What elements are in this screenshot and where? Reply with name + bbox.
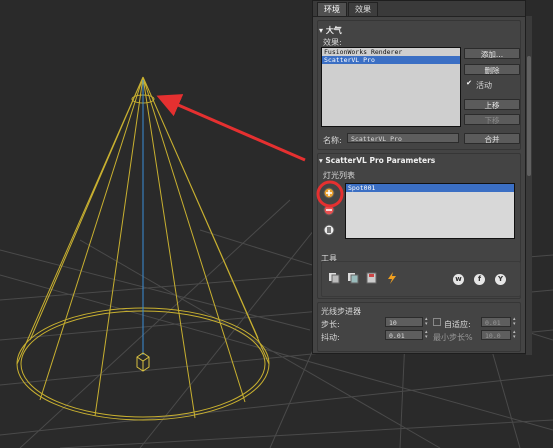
effects-list-item-selected[interactable]: ScatterVL Pro (322, 56, 460, 64)
scattervl-title: ▾ ScatterVL Pro Parameters (319, 156, 435, 165)
copy-icon[interactable] (327, 271, 341, 285)
arrow-to-cone-top (156, 94, 306, 162)
atmosphere-title: ▾ 大气 (319, 25, 342, 36)
spot-target-icon[interactable] (136, 352, 150, 372)
step-label: 步长: (321, 320, 340, 329)
ray-stepper-title: 光线步进器 (321, 307, 361, 316)
effects-list[interactable]: FusionWorks Renderer ScatterVL Pro (321, 47, 461, 127)
step-spinner[interactable]: 10 (385, 317, 423, 327)
active-checkbox[interactable]: ✔ (465, 80, 473, 88)
name-field[interactable]: ScatterVL Pro (347, 133, 459, 143)
merge-button[interactable]: 合并 (464, 133, 520, 144)
adaptive-spinner[interactable]: 0.01 (481, 317, 511, 327)
min-step-label: 最小步长% (433, 333, 473, 342)
jitter-label: 抖动: (321, 333, 340, 342)
light-list[interactable]: Spot001 (345, 183, 515, 239)
name-label: 名称: (323, 136, 342, 145)
delete-button[interactable]: 删除 (464, 64, 520, 75)
lightning-icon[interactable] (385, 271, 399, 285)
environment-effects-panel: 环境 效果 ▾ 大气 效果: FusionWorks Renderer Scat… (312, 0, 532, 355)
active-label: 活动 (476, 81, 492, 90)
min-step-spinner[interactable]: 10.0 (481, 330, 511, 340)
tool-y-button[interactable]: Y (495, 274, 506, 285)
move-up-button[interactable]: 上移 (464, 99, 520, 110)
step-spinner-arrows[interactable]: ▴ ▾ (425, 317, 429, 327)
jitter-spinner-arrows[interactable]: ▴ ▾ (425, 330, 429, 340)
scattervl-title-text: ScatterVL Pro Parameters (325, 156, 436, 165)
paste-icon[interactable] (346, 271, 360, 285)
scrollbar-thumb[interactable] (527, 56, 531, 176)
tab-environment[interactable]: 环境 (317, 2, 347, 16)
tool-f-button[interactable]: f (474, 274, 485, 285)
jitter-spinner[interactable]: 0.01 (385, 330, 423, 340)
light-list-item[interactable]: Spot001 (346, 184, 514, 192)
min-step-spinner-arrows[interactable]: ▴ ▾ (513, 330, 517, 340)
panel-scrollbar[interactable] (526, 16, 532, 355)
adaptive-spinner-arrows[interactable]: ▴ ▾ (513, 317, 517, 327)
adaptive-checkbox[interactable] (433, 318, 441, 326)
tab-bar: 环境 效果 (313, 1, 525, 17)
tool-w-button[interactable]: w (453, 274, 464, 285)
save-preset-icon[interactable] (365, 271, 379, 285)
light-settings-icon[interactable] (322, 223, 336, 237)
tab-effects[interactable]: 效果 (348, 2, 378, 16)
adaptive-label: 自适应: (444, 320, 471, 329)
highlight-circle (316, 180, 344, 208)
add-button[interactable]: 添加... (464, 48, 520, 59)
rollout-toggle-icon[interactable]: ▾ (319, 26, 326, 35)
atmosphere-title-text: 大气 (325, 26, 342, 35)
move-down-button[interactable]: 下移 (464, 114, 520, 125)
effects-list-item[interactable]: FusionWorks Renderer (322, 48, 460, 56)
